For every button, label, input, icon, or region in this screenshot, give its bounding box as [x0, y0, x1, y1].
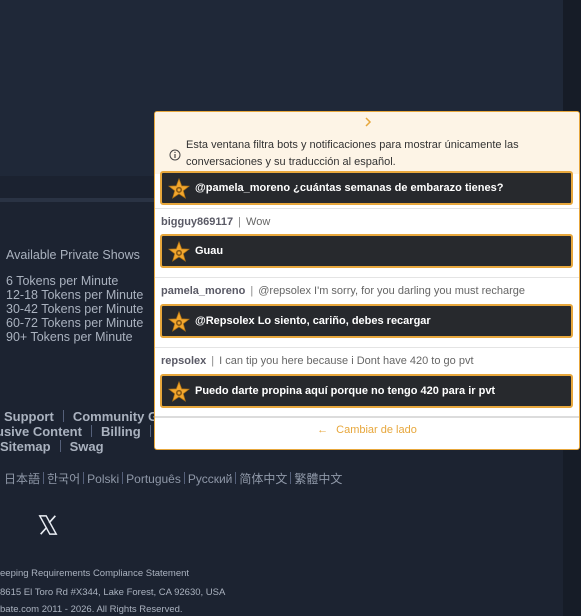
copyright-text: bate.com 2011 - 2026. All Rights Reserve… [0, 604, 183, 615]
language-selector: 日本語 한국어 Polski Português Русский 简体中文 繁體中文 [4, 470, 342, 487]
original-message: repsolex | I can tip you here because i Do… [161, 355, 474, 367]
footer-links-row: Sitemap Swag [0, 439, 104, 454]
show-price-item: 60-72 Tokens per Minute [6, 316, 144, 330]
language-divider [83, 472, 85, 484]
exclusive-content-link[interactable]: usive Content [0, 424, 82, 439]
original-message: bigguy869117 | Wow [161, 216, 270, 228]
username-separator: | [211, 355, 215, 367]
switch-side-button[interactable]: ← Cambiar de lado [317, 424, 417, 436]
star-icon [168, 241, 190, 262]
footer-links-row: Support Community G [4, 409, 158, 424]
community-link[interactable]: Community G [73, 409, 158, 424]
chat-username[interactable]: pamela_moreno [161, 285, 245, 297]
star-icon [168, 381, 190, 402]
language-divider [122, 472, 124, 484]
translated-message: @pamela_moreno ¿cuántas semanas de embar… [160, 171, 573, 205]
language-divider [290, 472, 292, 484]
translated-message: Guau [160, 234, 573, 268]
message-divider [155, 277, 579, 278]
private-shows-title: Available Private Shows [6, 248, 140, 262]
original-text: Wow [246, 216, 271, 228]
chevron-right-icon[interactable] [361, 115, 375, 129]
original-text: @repsolex I'm sorry, for you darling you… [258, 285, 526, 297]
translated-message: Puedo darte propina aquí porque no tengo… [160, 374, 573, 408]
language-divider [183, 472, 185, 484]
show-price-item: 90+ Tokens per Minute [6, 330, 133, 344]
info-icon [169, 149, 181, 161]
link-divider [59, 440, 61, 452]
language-japanese[interactable]: 日本語 [4, 472, 40, 486]
company-address: 8615 El Toro Rd #X344, Lake Forest, CA 9… [0, 587, 226, 598]
show-price-item: 6 Tokens per Minute [6, 274, 119, 288]
translated-text: Puedo darte propina aquí porque no tengo… [195, 385, 496, 397]
original-text: I can tip you here because i Dont have 4… [219, 355, 474, 367]
link-divider [149, 425, 151, 437]
billing-link[interactable]: Billing [101, 424, 141, 439]
link-divider [62, 410, 64, 422]
language-chinese-traditional[interactable]: 繁體中文 [294, 472, 342, 486]
star-icon [168, 311, 190, 332]
footer-links-row: usive Content Billing [0, 424, 160, 439]
switch-side-label: Cambiar de lado [336, 424, 417, 436]
language-divider [43, 472, 45, 484]
arrow-left-icon: ← [317, 424, 329, 436]
x-icon[interactable] [37, 514, 59, 536]
translated-text: Guau [195, 245, 224, 257]
panel-info-text: Esta ventana filtra bots y notificacione… [186, 139, 519, 168]
show-price-item: 12-18 Tokens per Minute [6, 288, 144, 302]
username-separator: | [250, 285, 254, 297]
message-divider [155, 347, 579, 348]
chat-translation-panel: Esta ventana filtra bots y notificacione… [154, 111, 580, 450]
language-divider [235, 472, 237, 484]
chat-username[interactable]: repsolex [161, 355, 206, 367]
message-divider [155, 208, 579, 209]
translated-text: @Repsolex Lo siento, cariño, debes recar… [195, 315, 431, 327]
language-russian[interactable]: Русский [188, 472, 233, 486]
swag-link[interactable]: Swag [70, 439, 104, 454]
star-icon [168, 178, 190, 199]
language-chinese-simplified[interactable]: 简体中文 [239, 472, 287, 486]
language-korean[interactable]: 한국어 [47, 472, 80, 486]
original-message: pamela_moreno | @repsolex I'm sorry, for y… [161, 285, 525, 297]
panel-info-header: Esta ventana filtra bots y notificacione… [155, 112, 579, 174]
switch-side-bar: ← Cambiar de lado [155, 416, 579, 449]
link-divider [90, 425, 92, 437]
language-polish[interactable]: Polski [87, 472, 119, 486]
language-portuguese[interactable]: Português [126, 472, 181, 486]
private-shows-list: 6 Tokens per Minute 12-18 Tokens per Min… [6, 274, 143, 344]
support-link[interactable]: Support [4, 409, 54, 424]
chat-username[interactable]: bigguy869117 [161, 216, 233, 228]
username-separator: | [238, 216, 242, 228]
translated-text: @pamela_moreno ¿cuántas semanas de embar… [195, 182, 504, 194]
show-price-item: 30-42 Tokens per Minute [6, 302, 144, 316]
sitemap-link[interactable]: Sitemap [0, 439, 51, 454]
translated-message: @Repsolex Lo siento, cariño, debes recar… [160, 304, 573, 338]
compliance-statement-link[interactable]: eeping Requirements Compliance Statement [0, 568, 189, 579]
